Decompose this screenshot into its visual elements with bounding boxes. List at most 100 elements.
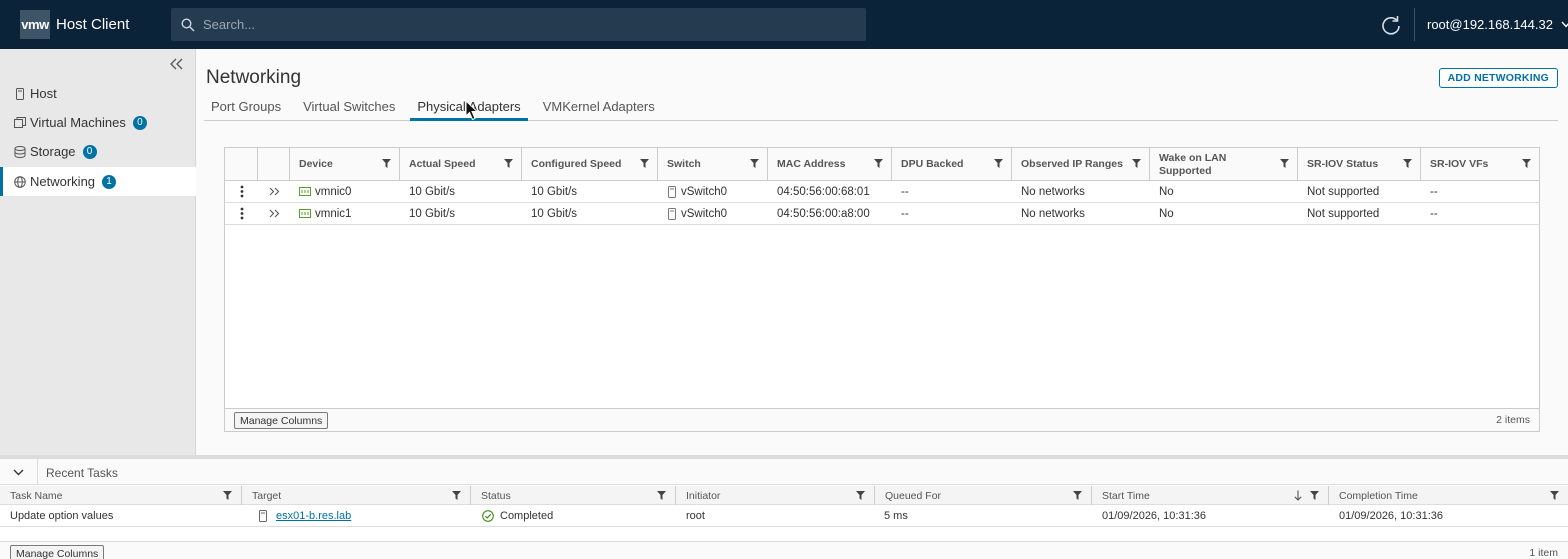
filter-icon[interactable] — [1132, 159, 1141, 168]
column-header-device[interactable]: Device — [290, 148, 400, 181]
filter-icon[interactable] — [382, 159, 391, 168]
column-header-configured-speed[interactable]: Configured Speed — [522, 148, 658, 181]
task-row[interactable]: Update option values esx01-b.res.lab Com… — [0, 505, 1568, 527]
tasks-header: Task Name Target Status Initiator Queued… — [0, 486, 1568, 505]
filter-icon[interactable] — [1310, 491, 1319, 500]
app-title: Host Client — [56, 16, 130, 33]
column-header-status[interactable]: Status — [471, 486, 676, 505]
filter-icon[interactable] — [994, 159, 1003, 168]
recent-tasks-bar: Recent Tasks — [0, 459, 1568, 485]
table-row[interactable]: vmnic1 10 Gbit/s 10 Gbit/s vSwitch0 04:5… — [225, 203, 1539, 225]
more-actions-icon[interactable] — [225, 203, 258, 224]
tab-vmkernel-adapters[interactable]: VMKernel Adapters — [536, 96, 662, 121]
chevron-down-icon — [13, 469, 24, 475]
wake-on-lan-cell: No — [1159, 207, 1174, 220]
sidebar-item-networking[interactable]: Networking 1 — [0, 167, 196, 196]
column-header-switch[interactable]: Switch — [658, 148, 768, 181]
sr-iov-vfs-cell: -- — [1430, 185, 1438, 198]
expand-row-icon[interactable] — [258, 203, 290, 224]
column-header-initiator[interactable]: Initiator — [676, 486, 875, 505]
target-cell: esx01-b.res.lab — [248, 505, 351, 527]
ip-ranges-cell: No networks — [1021, 185, 1085, 198]
column-header-queued-for[interactable]: Queued For — [875, 486, 1092, 505]
grid-header: Device Actual Speed Configured Speed Swi… — [225, 148, 1539, 181]
mac-address-cell: 04:50:56:00:a8:00 — [777, 207, 870, 220]
sidebar-item-storage[interactable]: Storage 0 — [0, 137, 196, 166]
expand-row-icon[interactable] — [258, 181, 290, 202]
user-name: root@192.168.144.32 — [1427, 17, 1553, 32]
filter-icon[interactable] — [657, 491, 666, 500]
search-input[interactable] — [203, 17, 843, 32]
filter-icon[interactable] — [1522, 159, 1531, 168]
search-icon — [181, 17, 195, 31]
initiator-cell: root — [686, 510, 705, 522]
filter-icon[interactable] — [504, 159, 513, 168]
column-header-sr-iov-vfs[interactable]: SR-IOV VFs — [1421, 148, 1539, 181]
status-cell: Completed — [472, 505, 553, 527]
filter-icon[interactable] — [1280, 159, 1289, 168]
sort-descending-icon[interactable] — [1294, 490, 1302, 501]
nic-icon — [299, 187, 311, 196]
column-header-task-name[interactable]: Task Name — [0, 486, 242, 505]
refresh-icon[interactable] — [1380, 14, 1402, 36]
column-header-mac-address[interactable]: MAC Address — [768, 148, 892, 181]
filter-icon[interactable] — [750, 159, 759, 168]
filter-icon[interactable] — [1073, 491, 1082, 500]
column-header-actual-speed[interactable]: Actual Speed — [400, 148, 522, 181]
add-networking-button[interactable]: ADD NETWORKING — [1438, 68, 1558, 88]
manage-columns-button[interactable]: Manage Columns — [234, 412, 329, 429]
device-name: vmnic0 — [315, 185, 352, 198]
filter-icon[interactable] — [1550, 491, 1559, 500]
column-title: Switch — [667, 158, 701, 171]
column-header-completion-time[interactable]: Completion Time — [1329, 486, 1568, 505]
switch-name: vSwitch0 — [681, 185, 728, 198]
search-box[interactable] — [171, 8, 866, 41]
expand-column-header — [258, 148, 290, 181]
column-header-dpu-backed[interactable]: DPU Backed — [892, 148, 1012, 181]
sidebar-item-host[interactable]: Host — [0, 79, 196, 108]
filter-icon[interactable] — [856, 491, 865, 500]
column-header-sr-iov-status[interactable]: SR-IOV Status — [1298, 148, 1421, 181]
configured-speed-cell: 10 Gbit/s — [531, 185, 578, 198]
table-row[interactable]: vmnic0 10 Gbit/s 10 Gbit/s vSwitch0 04:5… — [225, 181, 1539, 203]
manage-columns-button[interactable]: Manage Columns — [10, 545, 105, 559]
vswitch-icon — [668, 185, 676, 198]
count-badge: 0 — [132, 115, 147, 130]
user-menu[interactable]: root@192.168.144.32 — [1427, 17, 1568, 32]
column-title: SR-IOV Status — [1307, 158, 1379, 171]
filter-icon[interactable] — [1403, 159, 1412, 168]
collapse-tasks-button[interactable] — [0, 459, 38, 485]
count-badge: 0 — [82, 144, 97, 159]
completion-time-cell: 01/09/2026, 10:31:36 — [1339, 510, 1443, 522]
more-actions-icon[interactable] — [225, 181, 258, 202]
chevron-down-icon — [1561, 21, 1568, 28]
column-header-wake-on-lan[interactable]: Wake on LAN Supported — [1150, 148, 1298, 181]
tab-port-groups[interactable]: Port Groups — [204, 96, 288, 121]
grid-footer: Manage Columns 2 items — [225, 408, 1539, 431]
column-header-start-time[interactable]: Start Time — [1092, 486, 1329, 505]
filter-icon[interactable] — [640, 159, 649, 168]
action-column-header — [225, 148, 258, 181]
filter-icon[interactable] — [874, 159, 883, 168]
filter-icon[interactable] — [223, 491, 232, 500]
filter-icon[interactable] — [452, 491, 461, 500]
sr-iov-status-cell: Not supported — [1307, 207, 1380, 220]
column-header-target[interactable]: Target — [242, 486, 471, 505]
target-link[interactable]: esx01-b.res.lab — [276, 510, 351, 522]
sidebar-item-label: Storage — [30, 144, 76, 159]
column-title: Start Time — [1102, 489, 1150, 502]
tab-virtual-switches[interactable]: Virtual Switches — [296, 96, 402, 121]
recent-tasks-panel: Recent Tasks Task Name Target Status Ini… — [0, 455, 1568, 559]
dpu-backed-cell: -- — [901, 207, 909, 220]
sidebar-item-label: Virtual Machines — [30, 115, 126, 130]
column-title: Wake on LAN Supported — [1159, 151, 1227, 177]
top-header: vmw Host Client root@192.168.144.32 — [0, 0, 1568, 49]
sidebar-item-label: Networking — [30, 174, 96, 189]
queued-for-cell: 5 ms — [884, 510, 908, 522]
brand[interactable]: vmw Host Client — [20, 10, 129, 39]
column-title: Initiator — [686, 489, 721, 502]
sidebar-item-virtual-machines[interactable]: Virtual Machines 0 — [0, 108, 196, 137]
column-header-observed-ip-ranges[interactable]: Observed IP Ranges — [1012, 148, 1150, 181]
double-chevron-left-icon[interactable] — [168, 57, 184, 71]
host-icon — [14, 87, 26, 100]
